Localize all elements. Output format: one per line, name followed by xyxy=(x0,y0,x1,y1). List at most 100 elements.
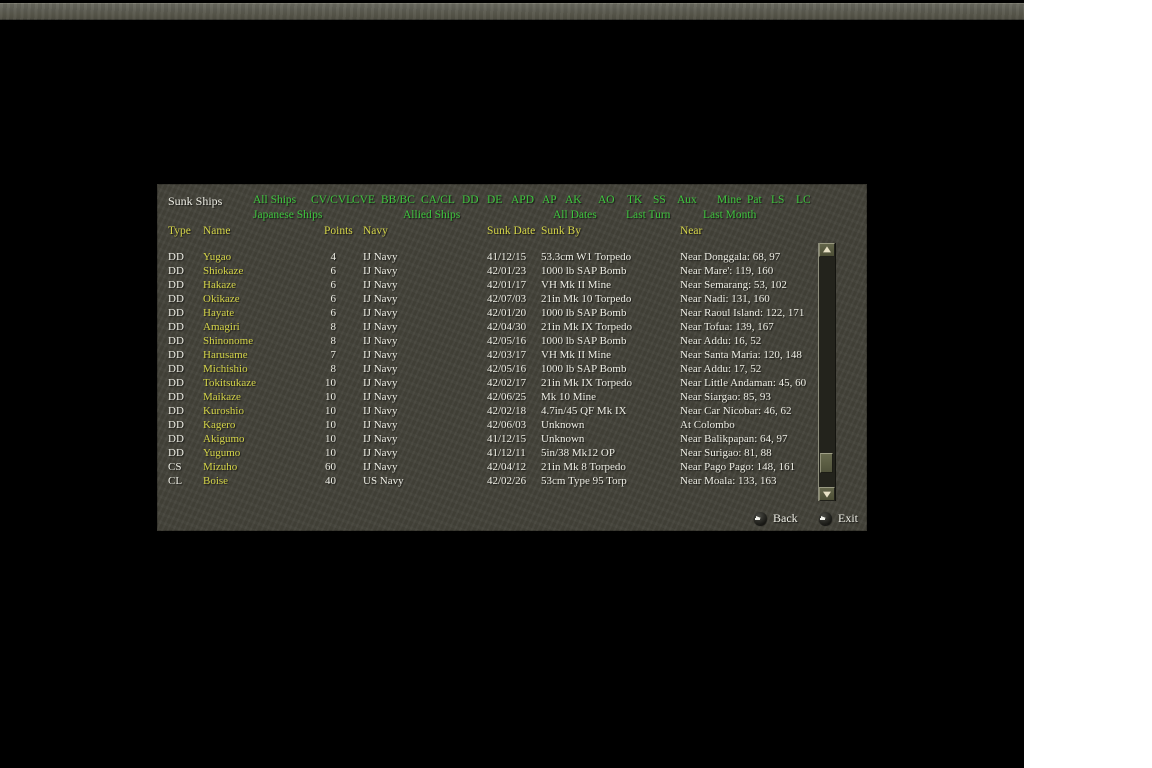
cell-points: 6 xyxy=(309,306,336,320)
cell-near: Near Balikpapan: 64, 97 xyxy=(680,432,788,446)
filter-mine[interactable]: Mine xyxy=(717,194,741,206)
cell-name: Yugao xyxy=(203,250,231,264)
cell-sunk-by: 21in Mk IX Torpedo xyxy=(541,376,632,390)
cell-sunk-date: 42/03/17 xyxy=(487,348,526,362)
cell-name: Maikaze xyxy=(203,390,241,404)
cell-sunk-by: 21in Mk 8 Torpedo xyxy=(541,460,626,474)
filter-ca-cl[interactable]: CA/CL xyxy=(421,194,455,206)
cell-points: 10 xyxy=(309,404,336,418)
exit-button[interactable]: Exit xyxy=(819,511,865,526)
cell-navy: IJ Navy xyxy=(363,432,398,446)
cell-name: Hayate xyxy=(203,306,234,320)
cell-name: Tokitsukaze xyxy=(203,376,256,390)
cell-navy: IJ Navy xyxy=(363,362,398,376)
table-row: DDKuroshio10IJ Navy42/02/184.7in/45 QF M… xyxy=(157,404,817,418)
cell-navy: IJ Navy xyxy=(363,404,398,418)
cell-type: DD xyxy=(168,320,184,334)
filter-ak[interactable]: AK xyxy=(565,194,582,206)
cell-sunk-by: 5in/38 Mk12 OP xyxy=(541,446,615,460)
table-row: CLBoise40US Navy42/02/2653cm Type 95 Tor… xyxy=(157,474,817,488)
scrollbar-thumb[interactable] xyxy=(820,453,833,473)
cell-near: At Colombo xyxy=(680,418,735,432)
cell-sunk-date: 42/06/03 xyxy=(487,418,526,432)
cell-points: 10 xyxy=(309,418,336,432)
cell-type: DD xyxy=(168,292,184,306)
cell-sunk-date: 42/07/03 xyxy=(487,292,526,306)
filter-last-turn[interactable]: Last Turn xyxy=(626,209,670,221)
cell-name: Mizuho xyxy=(203,460,237,474)
filter-bb-bc[interactable]: BB/BC xyxy=(381,194,415,206)
cell-sunk-date: 42/02/17 xyxy=(487,376,526,390)
filter-tk[interactable]: TK xyxy=(627,194,642,206)
table-row: DDMichishio8IJ Navy42/05/161000 lb SAP B… xyxy=(157,362,817,376)
table-row: DDHakaze6IJ Navy42/01/17VH Mk II MineNea… xyxy=(157,278,817,292)
cell-points: 6 xyxy=(309,292,336,306)
filter-aux[interactable]: Aux xyxy=(677,194,697,206)
column-header-near: Near xyxy=(680,225,702,237)
filter-cve[interactable]: CVE xyxy=(352,194,375,206)
filter-ao[interactable]: AO xyxy=(598,194,615,206)
cell-name: Okikaze xyxy=(203,292,240,306)
filter-lc[interactable]: LC xyxy=(796,194,811,206)
cell-navy: IJ Navy xyxy=(363,334,398,348)
cell-near: Near Addu: 17, 52 xyxy=(680,362,761,376)
table-row: DDAkigumo10IJ Navy41/12/15UnknownNear Ba… xyxy=(157,432,817,446)
cell-near: Near Semarang: 53, 102 xyxy=(680,278,787,292)
filter-dd[interactable]: DD xyxy=(462,194,479,206)
cell-sunk-by: Unknown xyxy=(541,418,584,432)
cell-name: Kagero xyxy=(203,418,235,432)
column-header-type: Type xyxy=(168,225,191,237)
cell-type: DD xyxy=(168,348,184,362)
filter-all-dates[interactable]: All Dates xyxy=(553,209,597,221)
cell-sunk-by: 1000 lb SAP Bomb xyxy=(541,264,626,278)
cell-near: Near Car Nicobar: 46, 62 xyxy=(680,404,792,418)
cell-navy: IJ Navy xyxy=(363,460,398,474)
filter-de[interactable]: DE xyxy=(487,194,502,206)
cell-name: Amagiri xyxy=(203,320,240,334)
cell-points: 40 xyxy=(309,474,336,488)
cell-sunk-date: 42/06/25 xyxy=(487,390,526,404)
sunk-ships-panel: Sunk Ships All Ships CV/CVL CVE BB/BC CA… xyxy=(157,184,867,531)
scroll-down-button[interactable] xyxy=(819,487,835,501)
filter-last-month[interactable]: Last Month xyxy=(703,209,756,221)
filter-ss[interactable]: SS xyxy=(653,194,666,206)
cell-points: 4 xyxy=(309,250,336,264)
cell-type: DD xyxy=(168,418,184,432)
window-top-bar xyxy=(0,3,1024,20)
cell-near: Near Mare': 119, 160 xyxy=(680,264,773,278)
cell-sunk-by: 4.7in/45 QF Mk IX xyxy=(541,404,627,418)
cell-sunk-by: VH Mk II Mine xyxy=(541,348,611,362)
arrow-up-icon xyxy=(823,246,831,252)
cell-near: Near Surigao: 81, 88 xyxy=(680,446,772,460)
cell-sunk-by: 21in Mk IX Torpedo xyxy=(541,320,632,334)
cell-sunk-date: 42/01/20 xyxy=(487,306,526,320)
filter-all-ships[interactable]: All Ships xyxy=(253,194,296,206)
cell-sunk-date: 42/02/26 xyxy=(487,474,526,488)
cell-navy: IJ Navy xyxy=(363,250,398,264)
cell-points: 60 xyxy=(309,460,336,474)
cell-sunk-date: 42/05/16 xyxy=(487,362,526,376)
filter-ls[interactable]: LS xyxy=(771,194,784,206)
table-scrollbar[interactable] xyxy=(818,243,836,501)
cell-name: Michishio xyxy=(203,362,248,376)
cell-type: DD xyxy=(168,432,184,446)
filter-apd[interactable]: APD xyxy=(511,194,534,206)
filter-cv-cvl[interactable]: CV/CVL xyxy=(311,194,353,206)
cell-name: Harusame xyxy=(203,348,248,362)
back-button[interactable]: Back xyxy=(754,511,804,526)
table-row: DDOkikaze6IJ Navy42/07/0321in Mk 10 Torp… xyxy=(157,292,817,306)
scroll-up-button[interactable] xyxy=(819,243,835,257)
cell-sunk-date: 42/01/17 xyxy=(487,278,526,292)
cell-type: DD xyxy=(168,278,184,292)
filter-pat[interactable]: Pat xyxy=(747,194,762,206)
filter-japanese-ships[interactable]: Japanese Ships xyxy=(253,209,322,221)
column-header-points: Points xyxy=(324,225,353,237)
cell-sunk-date: 42/04/12 xyxy=(487,460,526,474)
cell-sunk-date: 42/05/16 xyxy=(487,334,526,348)
cell-navy: IJ Navy xyxy=(363,376,398,390)
cell-type: DD xyxy=(168,250,184,264)
cell-near: Near Addu: 16, 52 xyxy=(680,334,761,348)
filter-allied-ships[interactable]: Allied Ships xyxy=(403,209,460,221)
filter-ap[interactable]: AP xyxy=(542,194,557,206)
cell-points: 10 xyxy=(309,390,336,404)
